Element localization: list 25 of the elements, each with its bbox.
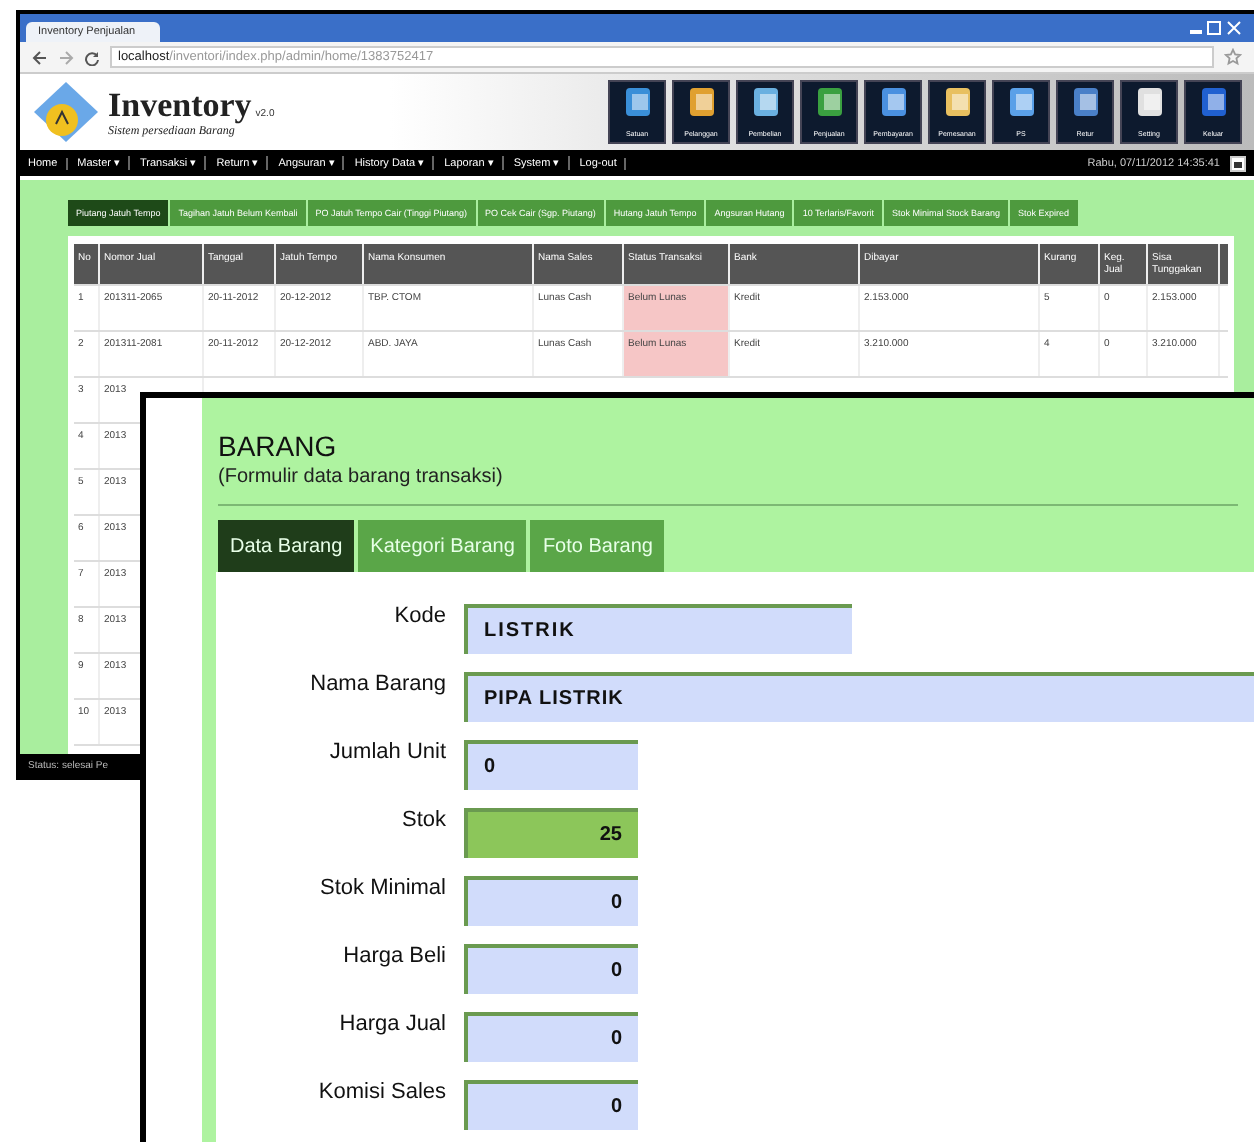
form-title: BARANG bbox=[218, 430, 339, 462]
field-label: Stok bbox=[399, 808, 446, 832]
field-label: Kode bbox=[392, 604, 446, 628]
reload-icon[interactable] bbox=[84, 49, 100, 65]
window-controls-icon[interactable] bbox=[1186, 20, 1242, 36]
input-field[interactable]: 0 bbox=[464, 1080, 638, 1130]
input-field[interactable]: 0 bbox=[464, 1012, 638, 1062]
input-field[interactable]: PIPA LISTRIK bbox=[464, 672, 1254, 722]
input-field[interactable]: 0 bbox=[464, 944, 638, 994]
tab[interactable]: Data Barang bbox=[218, 520, 355, 572]
input-field[interactable]: LISTRIK bbox=[464, 604, 852, 654]
input-field[interactable]: 0 bbox=[464, 740, 638, 790]
field-label: Nama Barang bbox=[308, 672, 446, 696]
calendar-icon[interactable] bbox=[1230, 155, 1246, 171]
star-icon[interactable] bbox=[1224, 48, 1242, 66]
input-field[interactable]: 25 bbox=[464, 808, 638, 858]
field-label: Komisi Sales bbox=[316, 1080, 446, 1104]
back-icon[interactable] bbox=[32, 49, 48, 65]
input-field[interactable]: 0 bbox=[464, 876, 638, 926]
field-label: Stok Minimal bbox=[318, 876, 446, 900]
logo-icon bbox=[32, 80, 100, 144]
field-label: Harga Beli bbox=[341, 944, 446, 968]
app-title: Inventory bbox=[108, 86, 252, 124]
field-label: Harga Jual bbox=[337, 1012, 446, 1036]
form-subtitle: (Formulir data barang transaksi) bbox=[218, 466, 1238, 506]
